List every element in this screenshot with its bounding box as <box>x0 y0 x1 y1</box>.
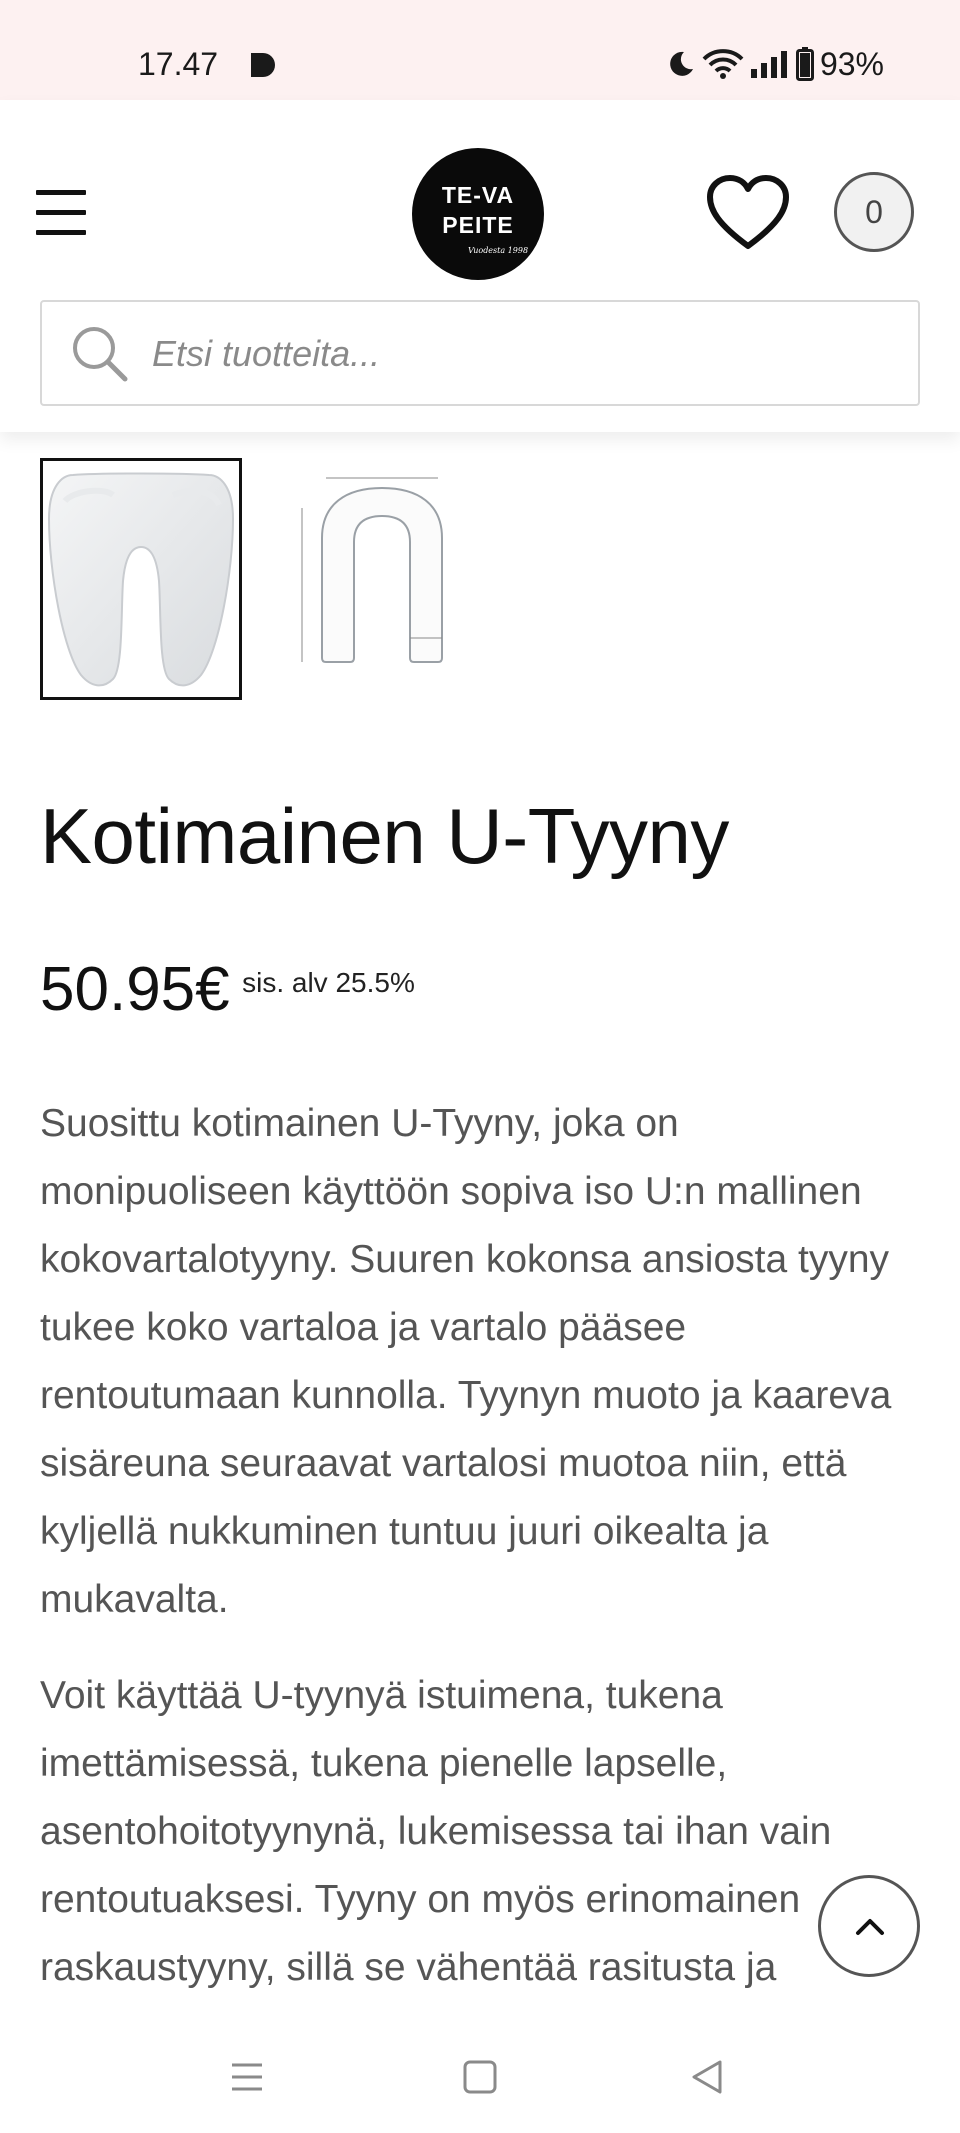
site-header: TE-VA PEITE Vuodesta 1998 0 <box>0 100 960 432</box>
battery-percentage: 93% <box>819 46 884 82</box>
recent-apps-icon <box>232 2063 262 2091</box>
logo-tagline: Vuodesta 1998 <box>467 246 529 255</box>
media-play-icon <box>251 53 275 77</box>
hamburger-icon-bar <box>36 210 86 215</box>
scroll-to-top-button[interactable] <box>818 1875 920 1977</box>
recent-apps-button[interactable] <box>222 2052 272 2102</box>
hamburger-icon-bar <box>36 190 86 195</box>
status-icons: 93% <box>666 44 884 84</box>
hamburger-icon-bar <box>36 230 86 235</box>
signal-icon <box>750 51 787 78</box>
logo-text-line2: PEITE <box>442 212 514 238</box>
product-title: Kotimainen U-Tyyny <box>40 792 729 880</box>
home-square-icon <box>463 2060 497 2094</box>
home-button[interactable] <box>455 2052 505 2102</box>
cart-button[interactable]: 0 <box>834 172 914 252</box>
u-pillow-photo-image <box>47 472 235 687</box>
back-triangle-icon <box>692 2060 722 2094</box>
search-box[interactable] <box>40 300 920 406</box>
product-description: Suosittu kotimainen U-Tyyny, joka on mon… <box>40 1090 930 2030</box>
menu-button[interactable] <box>36 190 90 238</box>
system-navigation-bar <box>0 2018 960 2133</box>
logo-text-line1: TE-VA <box>441 182 515 208</box>
thumbnail-u-pillow-dimensions[interactable] <box>262 458 464 700</box>
thumbnail-u-pillow-photo[interactable] <box>40 458 242 700</box>
search-icon <box>73 327 128 382</box>
cart-count: 0 <box>865 194 883 230</box>
moon-icon <box>670 51 693 76</box>
search-input[interactable] <box>150 302 894 406</box>
status-bar: 17.47 93% <box>0 0 960 100</box>
heart-icon <box>707 175 789 249</box>
chevron-up-icon <box>856 1919 884 1935</box>
site-logo[interactable]: TE-VA PEITE Vuodesta 1998 <box>412 148 544 280</box>
product-price: 50.95€ <box>40 955 230 1024</box>
wifi-icon <box>702 49 744 79</box>
battery-icon <box>795 47 814 81</box>
u-pillow-dimension-drawing <box>301 477 443 663</box>
tax-note: sis. alv 25.5% <box>242 967 415 998</box>
back-button[interactable] <box>682 2052 732 2102</box>
description-paragraph: Voit käyttää U-tyynyä istuimena, tukena … <box>40 1674 832 1989</box>
price-row: 50.95€ sis. alv 25.5% <box>40 950 415 1030</box>
wishlist-button[interactable] <box>706 174 790 252</box>
status-time: 17.47 <box>138 46 219 82</box>
description-paragraph: Suosittu kotimainen U-Tyyny, joka on mon… <box>40 1102 892 1621</box>
